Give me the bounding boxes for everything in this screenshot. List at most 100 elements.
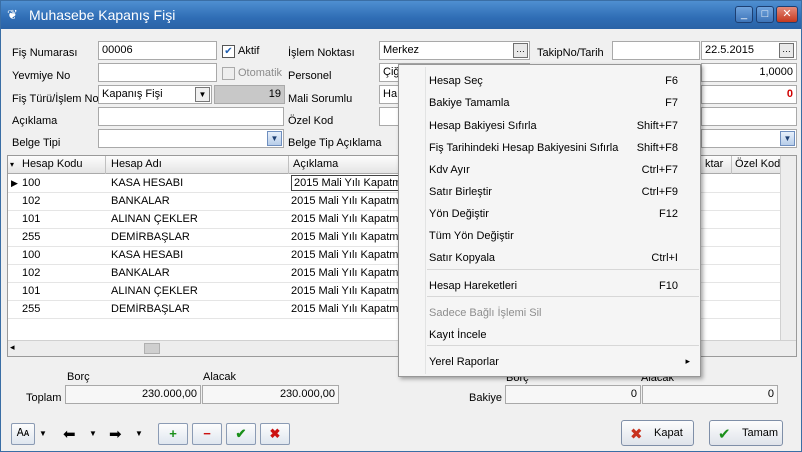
- kapat-button[interactable]: ✖ Kapat: [621, 420, 694, 446]
- menu-item-shortcut: Ctrl+I: [651, 252, 678, 264]
- otomatik-checkbox: [222, 67, 235, 80]
- cell-hesap-kodu[interactable]: 101: [22, 285, 102, 297]
- cell-hesap-adi[interactable]: BANKALAR: [111, 195, 286, 207]
- maximize-button[interactable]: □: [756, 6, 774, 23]
- cell-aciklama[interactable]: 2015 Mali Yılı Kapatma: [291, 303, 411, 315]
- belge-tipi-dropdown-icon[interactable]: ▼: [267, 131, 282, 146]
- cell-hesap-kodu[interactable]: 255: [22, 303, 102, 315]
- tamam-label: Tamam: [742, 427, 779, 439]
- col-aciklama[interactable]: Açıklama: [293, 158, 338, 170]
- cell-hesap-adi[interactable]: DEMİRBAŞLAR: [111, 303, 286, 315]
- yevmiye-input[interactable]: [98, 63, 217, 82]
- close-button[interactable]: ✕: [776, 6, 798, 23]
- cell-hesap-adi[interactable]: KASA HESABI: [111, 249, 286, 261]
- menu-item-9[interactable]: Hesap Hareketleri F10: [399, 275, 700, 297]
- col-ozel-kod[interactable]: Özel Kod: [735, 158, 780, 170]
- menu-item-label: Kdv Ayır: [429, 164, 470, 176]
- cell-aciklama[interactable]: 2015 Mali Yılı Kapatma: [291, 249, 411, 261]
- cell-hesap-adi[interactable]: ALINAN ÇEKLER: [111, 213, 286, 225]
- menu-item-4[interactable]: Kdv Ayır Ctrl+F7: [399, 159, 700, 181]
- menu-item-label: Satır Birleştir: [429, 186, 492, 198]
- menu-item-0[interactable]: Hesap Seç F6: [399, 70, 700, 92]
- cell-hesap-kodu[interactable]: 255: [22, 231, 102, 243]
- cell-hesap-adi[interactable]: DEMİRBAŞLAR: [111, 231, 286, 243]
- kapat-icon: ✖: [630, 426, 643, 443]
- menu-item-label: Fiş Tarihindeki Hesap Bakiyesini Sıfırla: [429, 142, 619, 154]
- belge-tipi-select[interactable]: [98, 129, 284, 148]
- grid-vertical-scrollbar[interactable]: [780, 156, 796, 341]
- menu-item-6[interactable]: Yön Değiştir F12: [399, 203, 700, 225]
- left-dropdown-icon[interactable]: ▼: [89, 429, 97, 438]
- cancel-row-button[interactable]: ✖: [260, 423, 290, 445]
- mali-sorumlu-label: Mali Sorumlu: [288, 93, 353, 105]
- menu-item-label: Sadece Bağlı İşlemi Sil: [429, 307, 542, 319]
- menu-item-3[interactable]: Fiş Tarihindeki Hesap Bakiyesini Sıfırla…: [399, 137, 700, 159]
- cell-aciklama[interactable]: 2015 Mali Yılı Kapatma: [291, 267, 411, 279]
- right-dropdown-icon[interactable]: ▼: [135, 429, 143, 438]
- scroll-thumb[interactable]: [144, 343, 160, 354]
- menu-item-7[interactable]: Tüm Yön Değiştir: [399, 225, 700, 247]
- arrow-right-icon[interactable]: ➡: [109, 425, 122, 443]
- menu-item-shortcut: F10: [659, 280, 678, 292]
- col-hesap-kodu[interactable]: Hesap Kodu: [22, 158, 83, 170]
- menu-separator: [427, 269, 699, 270]
- cell-aciklama[interactable]: 2015 Mali Yılı Kapatma: [291, 175, 411, 191]
- arrow-left-icon[interactable]: ⬅: [63, 425, 76, 443]
- menu-item-shortcut: Ctrl+F7: [641, 164, 678, 176]
- minimize-button[interactable]: _: [735, 6, 753, 23]
- cell-aciklama[interactable]: 2015 Mali Yılı Kapatma: [291, 195, 411, 207]
- cell-hesap-adi[interactable]: BANKALAR: [111, 267, 286, 279]
- sort-dropdown-icon[interactable]: ▼: [39, 429, 47, 438]
- menu-item-5[interactable]: Satır Birleştir Ctrl+F9: [399, 181, 700, 203]
- cell-hesap-adi[interactable]: KASA HESABI: [111, 177, 286, 189]
- add-row-button[interactable]: +: [158, 423, 188, 445]
- right-empty-field[interactable]: [701, 107, 797, 126]
- islem-noktasi-label: İşlem Noktası: [288, 47, 355, 59]
- col-miktar[interactable]: ktar: [705, 158, 723, 170]
- menu-item-11[interactable]: Kayıt İncele: [399, 324, 700, 346]
- sort-az-icon[interactable]: 🗛: [11, 423, 35, 445]
- cell-aciklama[interactable]: 2015 Mali Yılı Kapatma: [291, 231, 411, 243]
- scroll-left-icon[interactable]: ◂: [10, 342, 15, 353]
- cell-hesap-kodu[interactable]: 100: [22, 249, 102, 261]
- context-menu: Hesap Seç F6 Bakiye Tamamla F7 Hesap Bakiyes…: [398, 64, 701, 377]
- islem-noktasi-input[interactable]: Merkez: [379, 41, 530, 60]
- cell-aciklama[interactable]: 2015 Mali Yılı Kapatma: [291, 285, 411, 297]
- title-bar[interactable]: ❦ Muhasebe Kapanış Fişi _ □ ✕: [1, 1, 801, 29]
- takip-no-input[interactable]: [612, 41, 700, 60]
- menu-item-label: Tüm Yön Değiştir: [429, 230, 514, 242]
- cell-hesap-kodu[interactable]: 102: [22, 195, 102, 207]
- menu-item-2[interactable]: Hesap Bakiyesi Sıfırla Shift+F7: [399, 115, 700, 137]
- menu-item-label: Bakiye Tamamla: [429, 97, 510, 109]
- toplam-borc-field: 230.000,00: [65, 385, 201, 404]
- menu-item-1[interactable]: Bakiye Tamamla F7: [399, 92, 700, 114]
- col-hesap-adi[interactable]: Hesap Adı: [111, 158, 162, 170]
- takip-tarih-label: TakipNo/Tarih: [537, 47, 604, 59]
- menu-item-shortcut: F7: [665, 97, 678, 109]
- cell-aciklama[interactable]: 2015 Mali Yılı Kapatma: [291, 213, 411, 225]
- menu-item-label: Hesap Seç: [429, 75, 483, 87]
- tamam-button[interactable]: ✔ Tamam: [709, 420, 783, 446]
- aciklama-input[interactable]: [98, 107, 284, 126]
- cell-hesap-kodu[interactable]: 102: [22, 267, 102, 279]
- cell-hesap-kodu[interactable]: 101: [22, 213, 102, 225]
- kapat-label: Kapat: [654, 427, 683, 439]
- menu-item-8[interactable]: Satır Kopyala Ctrl+I: [399, 247, 700, 269]
- kur-field[interactable]: 1,0000: [701, 63, 797, 82]
- cell-hesap-kodu[interactable]: 100: [22, 177, 102, 189]
- column-chooser-icon[interactable]: ▾: [10, 160, 14, 169]
- menu-item-label: Yön Değiştir: [429, 208, 489, 220]
- aktif-checkbox[interactable]: ✔: [222, 45, 235, 58]
- confirm-row-button[interactable]: ✔: [226, 423, 256, 445]
- cell-hesap-adi[interactable]: ALINAN ÇEKLER: [111, 285, 286, 297]
- fis-numarasi-input[interactable]: 00006: [98, 41, 217, 60]
- tarih-picker-icon[interactable]: …: [779, 43, 794, 58]
- alacak-label: Alacak: [203, 371, 237, 383]
- fis-turu-dropdown-icon[interactable]: ▼: [195, 87, 210, 102]
- bakiye-alacak-field: 0: [642, 385, 778, 404]
- right-select-dropdown-icon[interactable]: ▼: [780, 131, 795, 146]
- islem-noktasi-browse-icon[interactable]: …: [513, 43, 528, 58]
- personel-label: Personel: [288, 70, 332, 82]
- remove-row-button[interactable]: −: [192, 423, 222, 445]
- menu-item-12[interactable]: Yerel Raporlar ▸: [399, 351, 700, 373]
